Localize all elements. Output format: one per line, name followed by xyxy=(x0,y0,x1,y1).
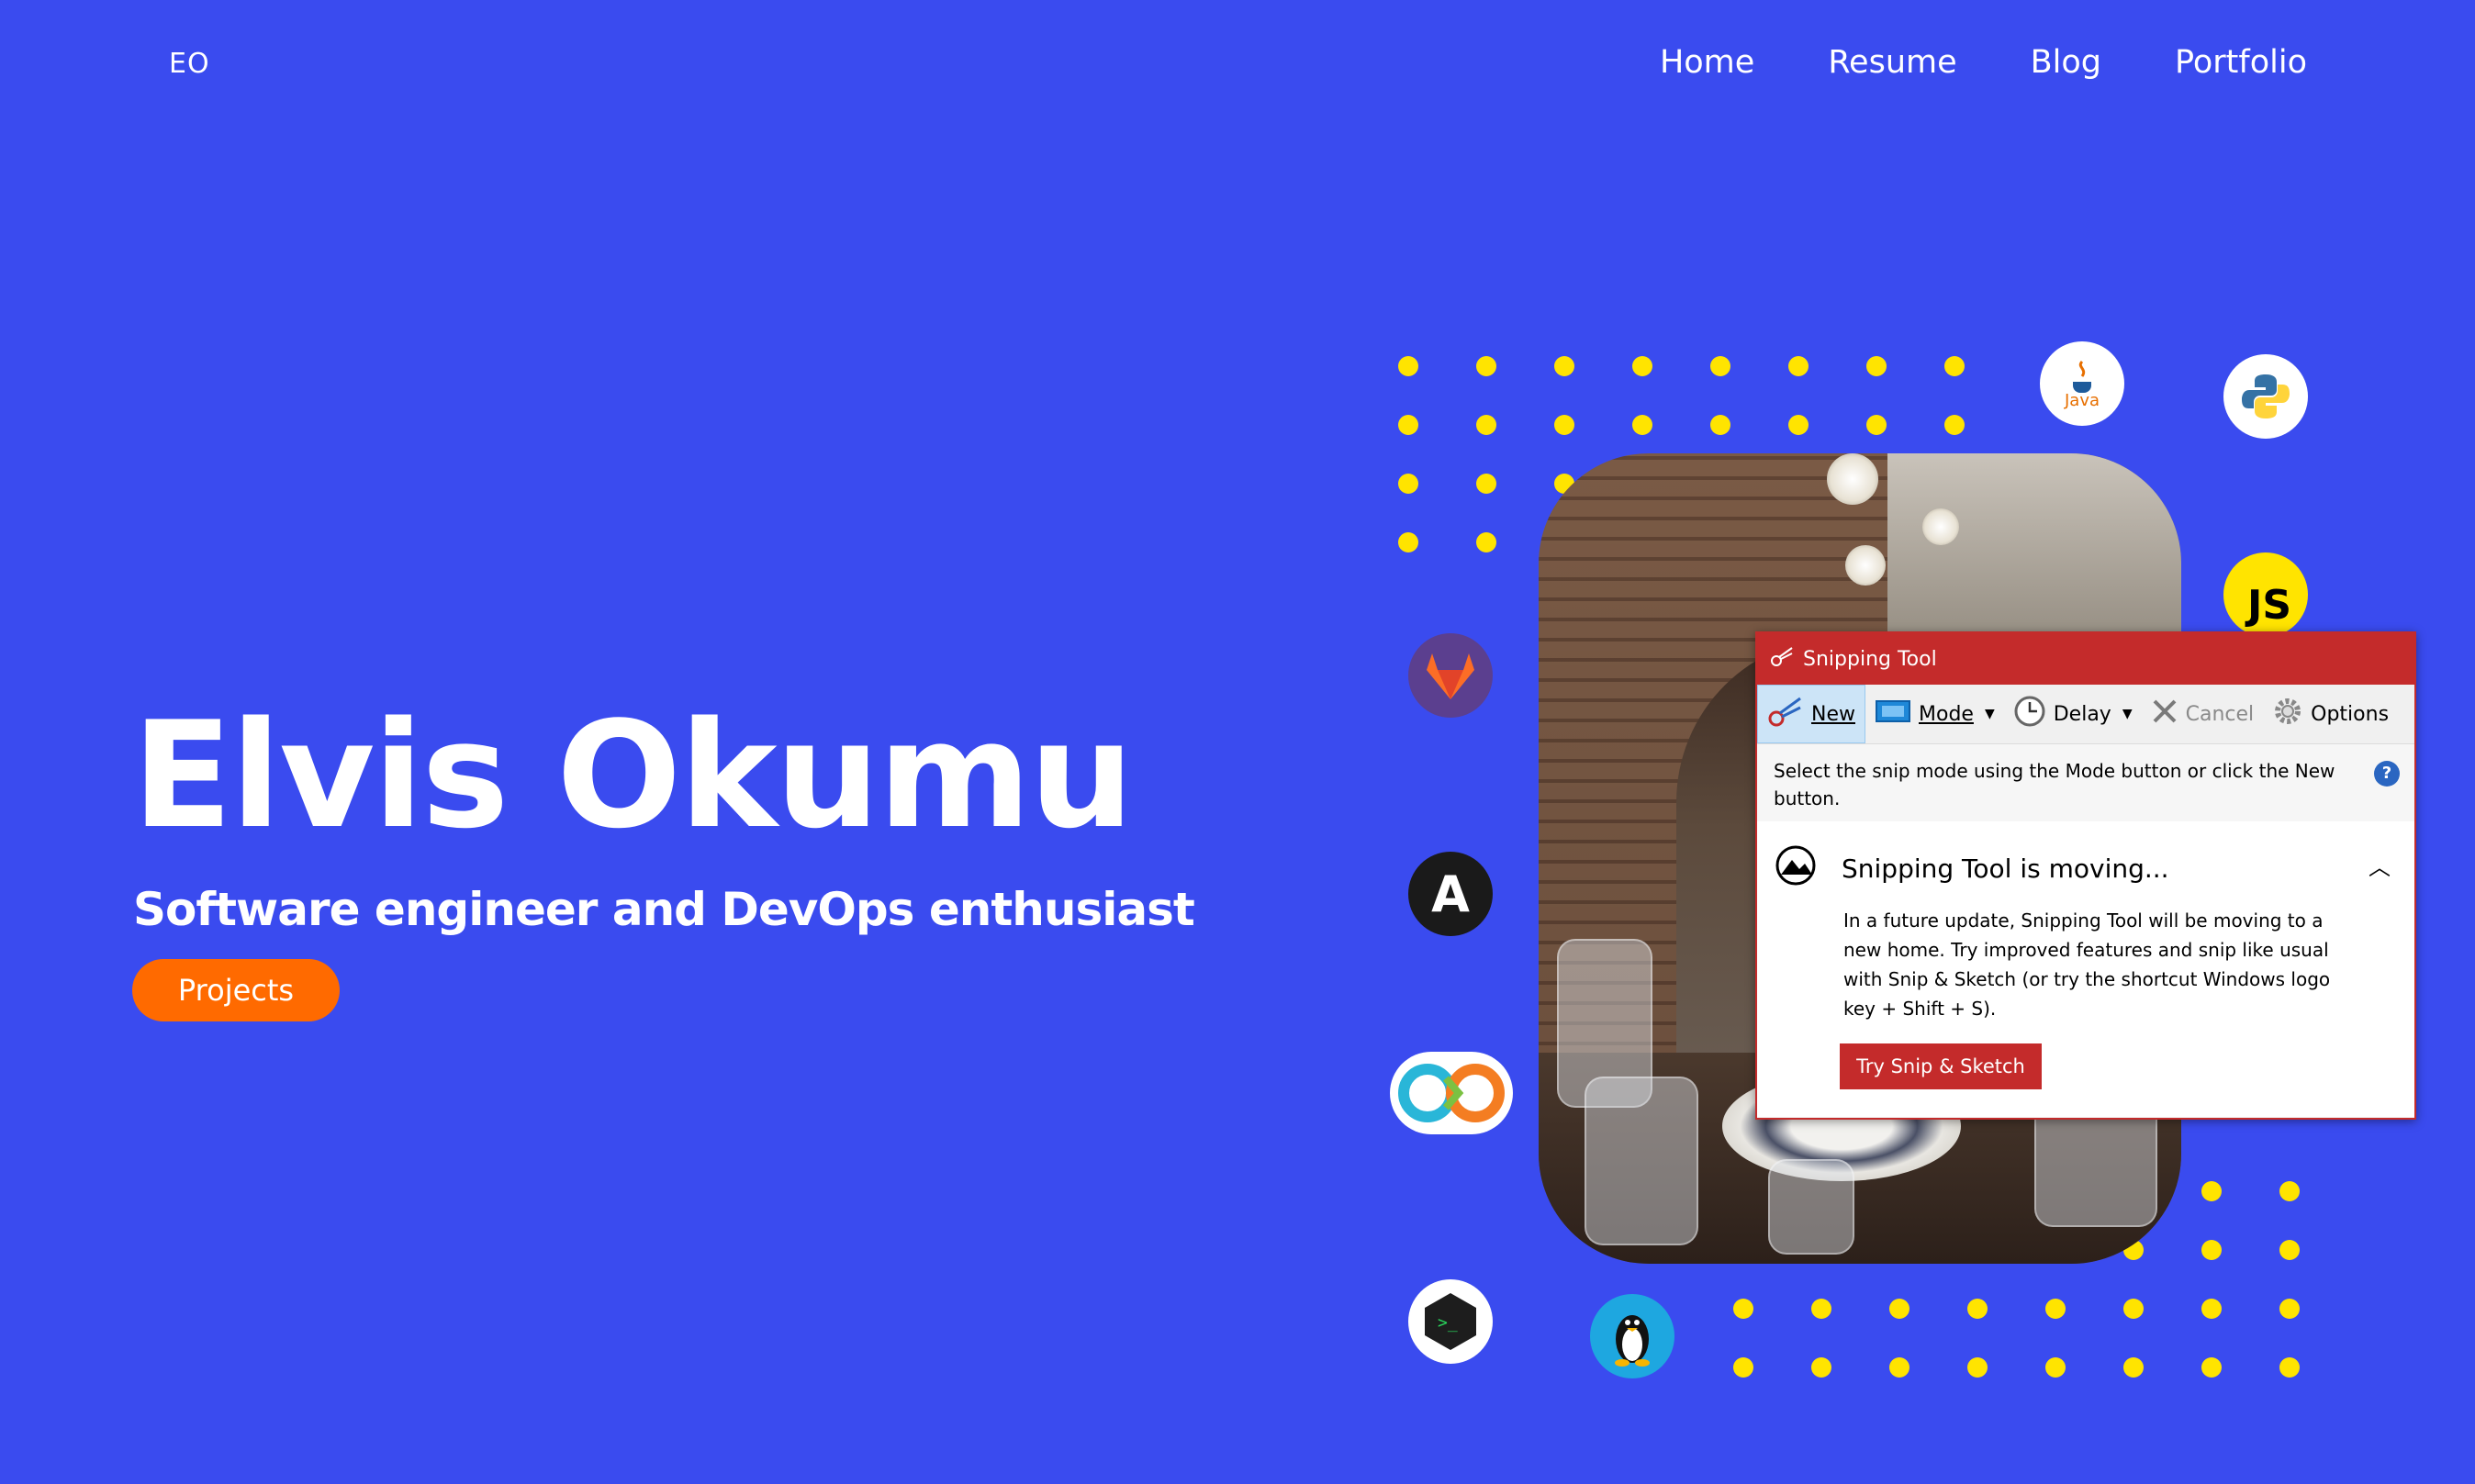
delay-button[interactable]: Delay ▼ xyxy=(2004,685,2142,743)
site-logo[interactable]: EO xyxy=(169,48,210,80)
decorative-dot xyxy=(1944,415,1965,435)
snipping-tool-titlebar[interactable]: Snipping Tool xyxy=(1757,633,2414,685)
decorative-dot xyxy=(1632,415,1652,435)
decorative-dot xyxy=(1944,356,1965,376)
decorative-dot xyxy=(1710,415,1730,435)
notice-title: Snipping Tool is moving... xyxy=(1842,854,2169,884)
decorative-dot xyxy=(1866,415,1887,435)
mode-dropdown-icon[interactable]: ▼ xyxy=(1985,707,1995,721)
decorative-dot xyxy=(1476,356,1496,376)
hero-name: Elvis Okumu xyxy=(132,689,1134,861)
decorative-dot xyxy=(1554,356,1574,376)
decorative-dot xyxy=(1554,415,1574,435)
nav-blog[interactable]: Blog xyxy=(2031,44,2101,81)
decorative-dot xyxy=(1889,1357,1909,1378)
decorative-dot xyxy=(1398,532,1418,552)
linux-tux-icon xyxy=(1590,1294,1674,1378)
cancel-x-icon xyxy=(2151,697,2178,731)
nav-resume[interactable]: Resume xyxy=(1828,44,1956,81)
snipping-toolbar: New Mode ▼ Delay ▼ Cancel Options xyxy=(1757,685,2414,744)
decorative-dot xyxy=(1476,415,1496,435)
help-icon[interactable]: ? xyxy=(2374,761,2400,787)
notice-body: In a future update, Snipping Tool will b… xyxy=(1843,909,2331,1020)
snipping-tool-title: Snipping Tool xyxy=(1803,647,1937,671)
decorative-dot xyxy=(2045,1357,2066,1378)
svg-text:>_: >_ xyxy=(1438,1313,1458,1333)
notice-header: Snipping Tool is moving... xyxy=(1774,843,2169,894)
decorative-dot xyxy=(1632,356,1652,376)
decorative-dot xyxy=(1967,1299,1988,1319)
decorative-dot xyxy=(1476,532,1496,552)
clock-icon xyxy=(2013,695,2046,733)
try-snip-sketch-button[interactable]: Try Snip & Sketch xyxy=(1840,1043,2042,1089)
decorative-dot xyxy=(1733,1357,1753,1378)
gear-icon xyxy=(2272,696,2303,732)
terminal-icon: >_ xyxy=(1408,1279,1493,1364)
snip-sketch-icon xyxy=(1774,843,1818,894)
decorative-dot xyxy=(2201,1299,2222,1319)
decorative-dot xyxy=(1788,415,1809,435)
decorative-dot xyxy=(1733,1299,1753,1319)
decorative-dot xyxy=(1398,474,1418,494)
projects-button[interactable]: Projects xyxy=(132,959,340,1021)
scissors-icon xyxy=(1770,646,1794,672)
ansible-icon: A xyxy=(1408,852,1493,936)
decorative-dot xyxy=(1811,1357,1831,1378)
decorative-dot xyxy=(1398,356,1418,376)
moving-notice: Snipping Tool is moving... ︿ In a future… xyxy=(1757,821,2414,1117)
decorative-dot xyxy=(1476,474,1496,494)
python-icon xyxy=(2223,354,2308,439)
new-snip-button[interactable]: New xyxy=(1757,685,1865,743)
gitlab-icon xyxy=(1408,633,1493,718)
mode-button[interactable]: Mode ▼ xyxy=(1865,685,2004,743)
collapse-chevron-icon[interactable]: ︿ xyxy=(2369,849,2391,881)
decorative-dot xyxy=(2201,1357,2222,1378)
decorative-dot xyxy=(1710,356,1730,376)
new-snip-icon xyxy=(1767,695,1804,733)
snipping-tool-window[interactable]: Snipping Tool New Mode ▼ Delay ▼ Cancel … xyxy=(1755,631,2416,1120)
decorative-dot xyxy=(1398,415,1418,435)
snip-instruction: Select the snip mode using the Mode butt… xyxy=(1757,744,2414,821)
decorative-dot xyxy=(2045,1299,2066,1319)
decorative-dot xyxy=(2279,1240,2300,1260)
decorative-dot xyxy=(2123,1299,2144,1319)
delay-dropdown-icon[interactable]: ▼ xyxy=(2122,707,2133,721)
decorative-dot xyxy=(2201,1181,2222,1201)
decorative-dot xyxy=(2279,1357,2300,1378)
hero-subtitle: Software engineer and DevOps enthusiast xyxy=(133,883,1195,936)
decorative-dot xyxy=(2201,1240,2222,1260)
cancel-button[interactable]: Cancel xyxy=(2142,685,2264,743)
decorative-dot xyxy=(1788,356,1809,376)
decorative-dot xyxy=(1889,1299,1909,1319)
main-nav: Home Resume Blog Portfolio xyxy=(1660,44,2307,81)
decorative-dot xyxy=(2279,1299,2300,1319)
decorative-dot xyxy=(2123,1357,2144,1378)
nav-home[interactable]: Home xyxy=(1660,44,1754,81)
mode-icon xyxy=(1875,697,1911,731)
nav-portfolio[interactable]: Portfolio xyxy=(2175,44,2307,81)
javascript-icon: JS xyxy=(2223,552,2308,637)
decorative-dot xyxy=(1967,1357,1988,1378)
options-button[interactable]: Options xyxy=(2263,685,2398,743)
ci-cd-icon xyxy=(1390,1052,1513,1134)
decorative-dot xyxy=(1866,356,1887,376)
decorative-dot xyxy=(1811,1299,1831,1319)
decorative-dot xyxy=(2279,1181,2300,1201)
java-icon: Java xyxy=(2040,341,2124,426)
